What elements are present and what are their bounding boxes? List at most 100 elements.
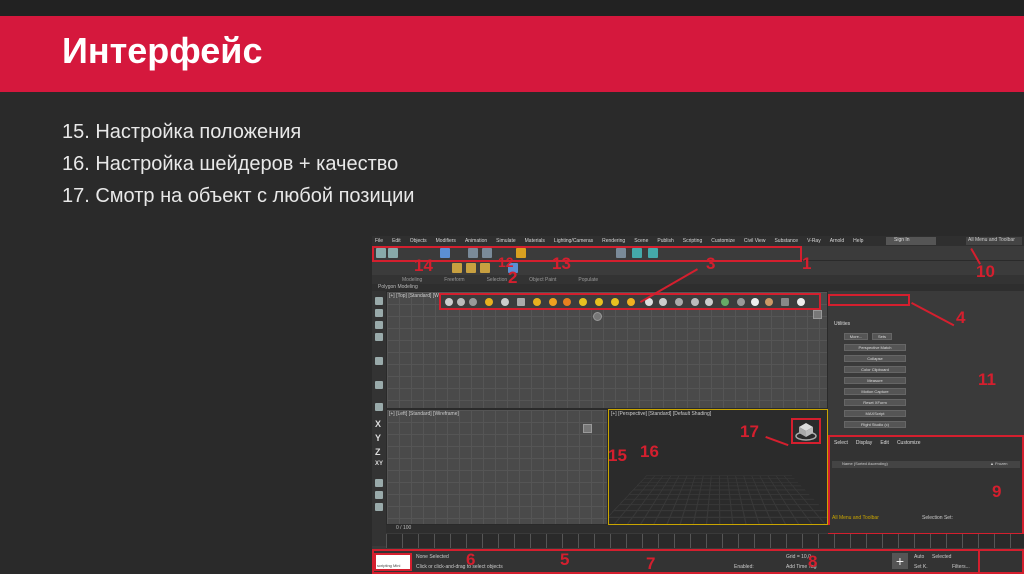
- menu-publish[interactable]: Publish: [657, 238, 673, 244]
- menu-materials[interactable]: Materials: [525, 238, 545, 244]
- scene-frozen-column[interactable]: ▲ Frozen: [990, 461, 1008, 466]
- hand-icon[interactable]: [705, 298, 713, 306]
- arnold-icon[interactable]: [797, 298, 805, 306]
- utility-color-clipboard[interactable]: Color Clipboard: [844, 366, 906, 373]
- axis-xy-button[interactable]: XY: [375, 461, 383, 467]
- layer-icon[interactable]: [452, 263, 462, 273]
- layer-select-icon[interactable]: [480, 263, 490, 273]
- utility-motion-capture[interactable]: Motion Capture: [844, 388, 906, 395]
- cube-icon[interactable]: [517, 298, 525, 306]
- sunlight-icon[interactable]: [627, 298, 635, 306]
- menu-vray[interactable]: V-Ray: [807, 238, 821, 244]
- skylight-icon[interactable]: [611, 298, 619, 306]
- annotation-16: 16: [640, 442, 659, 461]
- viewport-left[interactable]: [+] [Left] [Standard] [Wireframe]: [386, 409, 608, 525]
- utility-maxscript[interactable]: MAXScript: [844, 410, 906, 417]
- scene-tab-select[interactable]: Select: [834, 440, 848, 446]
- lamp-icon[interactable]: [501, 298, 509, 306]
- viewport-perspective-label[interactable]: [+] [Perspective] [Standard] [Default Sh…: [611, 411, 711, 417]
- scale-tool-icon[interactable]: [375, 321, 383, 329]
- orange-sphere-icon[interactable]: [563, 298, 571, 306]
- time-slider[interactable]: 0 / 100: [386, 525, 830, 533]
- sign-in-button[interactable]: Sign In: [886, 237, 936, 245]
- sphere-icon[interactable]: [457, 298, 465, 306]
- polygon-modeling-bar[interactable]: Polygon Modeling: [372, 284, 1024, 291]
- menu-edit[interactable]: Edit: [392, 238, 401, 244]
- ribbon-tab-populate[interactable]: Populate: [578, 277, 598, 283]
- spot-light-icon[interactable]: [533, 298, 541, 306]
- teapot-object[interactable]: [593, 312, 602, 321]
- paint-tool-icon[interactable]: [375, 333, 383, 341]
- menu-arnold[interactable]: Arnold: [830, 238, 844, 244]
- box-object-left[interactable]: [583, 424, 592, 433]
- utilities-title: Utilities: [834, 321, 851, 327]
- menu-lighting[interactable]: Lighting/Cameras: [554, 238, 593, 244]
- utility-collapse[interactable]: Collapse: [844, 355, 906, 362]
- rotate-tool-icon[interactable]: [375, 309, 383, 317]
- move-tool-icon[interactable]: [375, 297, 383, 305]
- material-icon[interactable]: [765, 298, 773, 306]
- scene-tab-edit[interactable]: Edit: [880, 440, 889, 446]
- menu-civil-view[interactable]: Civil View: [744, 238, 766, 244]
- box-object[interactable]: [813, 310, 822, 319]
- command-panel-tabs[interactable]: [828, 294, 910, 306]
- ribbon-tab-freeform[interactable]: Freeform: [444, 277, 464, 283]
- plant-icon[interactable]: [721, 298, 729, 306]
- axis-y-button[interactable]: Y: [375, 433, 381, 443]
- annotation-7: 7: [646, 554, 656, 573]
- camera-icon[interactable]: [469, 298, 477, 306]
- align-tool-icon[interactable]: [375, 381, 383, 389]
- app-screenshot: File Edit Objects Modifiers Animation Si…: [372, 236, 1024, 574]
- scene-tab-display[interactable]: Display: [856, 440, 872, 446]
- ribbon-tab-modeling[interactable]: Modeling: [402, 277, 422, 283]
- annotation-14: 14: [414, 256, 433, 275]
- angle-snap-icon[interactable]: [375, 491, 383, 499]
- white-sphere-icon[interactable]: [751, 298, 759, 306]
- ribbon-tab-selection[interactable]: Selection: [487, 277, 508, 283]
- menu-file[interactable]: File: [375, 238, 383, 244]
- teapot-icon[interactable]: [445, 298, 453, 306]
- percent-snap-icon[interactable]: [375, 503, 383, 511]
- hierarchy-icon[interactable]: [675, 298, 683, 306]
- menu-customize[interactable]: Customize: [711, 238, 735, 244]
- menu-scripting[interactable]: Scripting: [683, 238, 702, 244]
- menu-animation[interactable]: Animation: [465, 238, 487, 244]
- menu-modifiers[interactable]: Modifiers: [436, 238, 456, 244]
- menu-help[interactable]: Help: [853, 238, 863, 244]
- layer-add-icon[interactable]: [466, 263, 476, 273]
- axis-x-button[interactable]: X: [375, 419, 381, 429]
- menu-objects[interactable]: Objects: [410, 238, 427, 244]
- viewcube-icon[interactable]: [791, 418, 821, 444]
- annotation-11: 11: [978, 370, 996, 389]
- menu-rendering[interactable]: Rendering: [602, 238, 625, 244]
- snap-3d-icon[interactable]: [375, 479, 383, 487]
- viewport-perspective[interactable]: [+] [Perspective] [Standard] [Default Sh…: [608, 409, 828, 525]
- scene-tab-customize[interactable]: Customize: [897, 440, 921, 446]
- menu-simulate[interactable]: Simulate: [496, 238, 515, 244]
- link-tool-icon[interactable]: [375, 357, 383, 365]
- ribbon-tab-object-paint[interactable]: Object Paint: [529, 277, 556, 283]
- omni-light-icon[interactable]: [595, 298, 603, 306]
- menu-substance[interactable]: Substance: [774, 238, 798, 244]
- track-bar[interactable]: [386, 534, 1024, 548]
- grey-sphere-icon[interactable]: [737, 298, 745, 306]
- chamfer-icon[interactable]: [659, 298, 667, 306]
- utilities-sets-button[interactable]: Sets: [872, 333, 892, 340]
- render-frame-icon[interactable]: [781, 298, 789, 306]
- scene-workspace-label[interactable]: All Menu and Toolbar: [832, 515, 879, 521]
- menu-scene[interactable]: Scene: [634, 238, 648, 244]
- utilities-more-button[interactable]: More...: [844, 333, 868, 340]
- annotation-15: 15: [608, 446, 627, 465]
- particle-icon[interactable]: [691, 298, 699, 306]
- light-icon[interactable]: [485, 298, 493, 306]
- utility-flight-studio[interactable]: Flight Studio (c): [844, 421, 906, 428]
- grid-tool-icon[interactable]: [375, 403, 383, 411]
- axis-z-button[interactable]: Z: [375, 447, 381, 457]
- utility-perspective-match[interactable]: Perspective Match: [844, 344, 906, 351]
- viewport-left-label[interactable]: [+] [Left] [Standard] [Wireframe]: [389, 411, 459, 417]
- workspace-select[interactable]: All Menu and Toolbar: [966, 237, 1022, 245]
- utility-reset-xform[interactable]: Reset XForm: [844, 399, 906, 406]
- sun-icon[interactable]: [549, 298, 557, 306]
- utility-measure[interactable]: Measure: [844, 377, 906, 384]
- bulb-icon[interactable]: [579, 298, 587, 306]
